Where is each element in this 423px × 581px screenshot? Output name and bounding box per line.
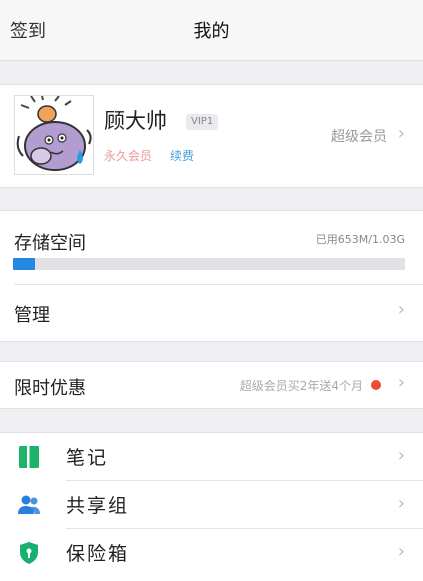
promo-row[interactable]: 限时优惠 超级会员买2年送4个月 › — [0, 361, 423, 409]
storage-progress-bar — [13, 258, 405, 270]
member-type: 永久会员 — [104, 149, 153, 163]
storage-label: 存储空间 — [14, 233, 86, 254]
shield-icon — [20, 542, 38, 564]
notebook-icon — [19, 446, 39, 468]
storage-section: 存储空间 已用653M/1.03G 管理 › — [0, 210, 423, 342]
storage-progress-fill — [13, 258, 35, 270]
chevron-right-icon: › — [397, 493, 405, 514]
storage-usage: 已用653M/1.03G — [315, 233, 405, 246]
chevron-right-icon: › — [397, 123, 405, 144]
chevron-right-icon: › — [397, 299, 405, 320]
menu-item-label: 共享组 — [66, 495, 130, 517]
avatar-cartoon-image — [15, 96, 93, 174]
menu-item-label: 保险箱 — [66, 543, 130, 565]
promo-desc: 超级会员买2年送4个月 — [239, 379, 363, 393]
group-icon — [18, 495, 40, 514]
menu-list: 笔记 › 共享组 › 保险箱 › — [0, 432, 423, 581]
vip-badge-label: VIP1 — [191, 116, 214, 127]
profile-card[interactable]: 顾大帅 VIP1 永久会员 续费 超级会员 › — [0, 84, 423, 188]
chevron-right-icon: › — [397, 372, 405, 393]
manage-label[interactable]: 管理 — [14, 301, 50, 327]
promo-label: 限时优惠 — [14, 378, 86, 399]
menu-item-label: 笔记 — [66, 447, 109, 469]
notification-dot — [371, 380, 381, 390]
chevron-right-icon: › — [397, 445, 405, 466]
page-title: 我的 — [193, 21, 230, 42]
vip-badge: VIP1 — [186, 114, 219, 130]
renew-link[interactable]: 续费 — [170, 147, 194, 164]
chevron-right-icon: › — [397, 541, 405, 562]
menu-item-notes[interactable]: 笔记 › — [0, 433, 423, 481]
nav-bar: 签到 我的 — [0, 0, 423, 61]
menu-item-group[interactable]: 共享组 › — [0, 481, 423, 529]
avatar[interactable] — [14, 95, 94, 175]
divider — [14, 284, 423, 285]
upgrade-link[interactable]: 超级会员 — [331, 126, 387, 146]
user-name: 顾大帅 — [104, 109, 167, 133]
menu-item-vault[interactable]: 保险箱 › — [0, 529, 423, 577]
